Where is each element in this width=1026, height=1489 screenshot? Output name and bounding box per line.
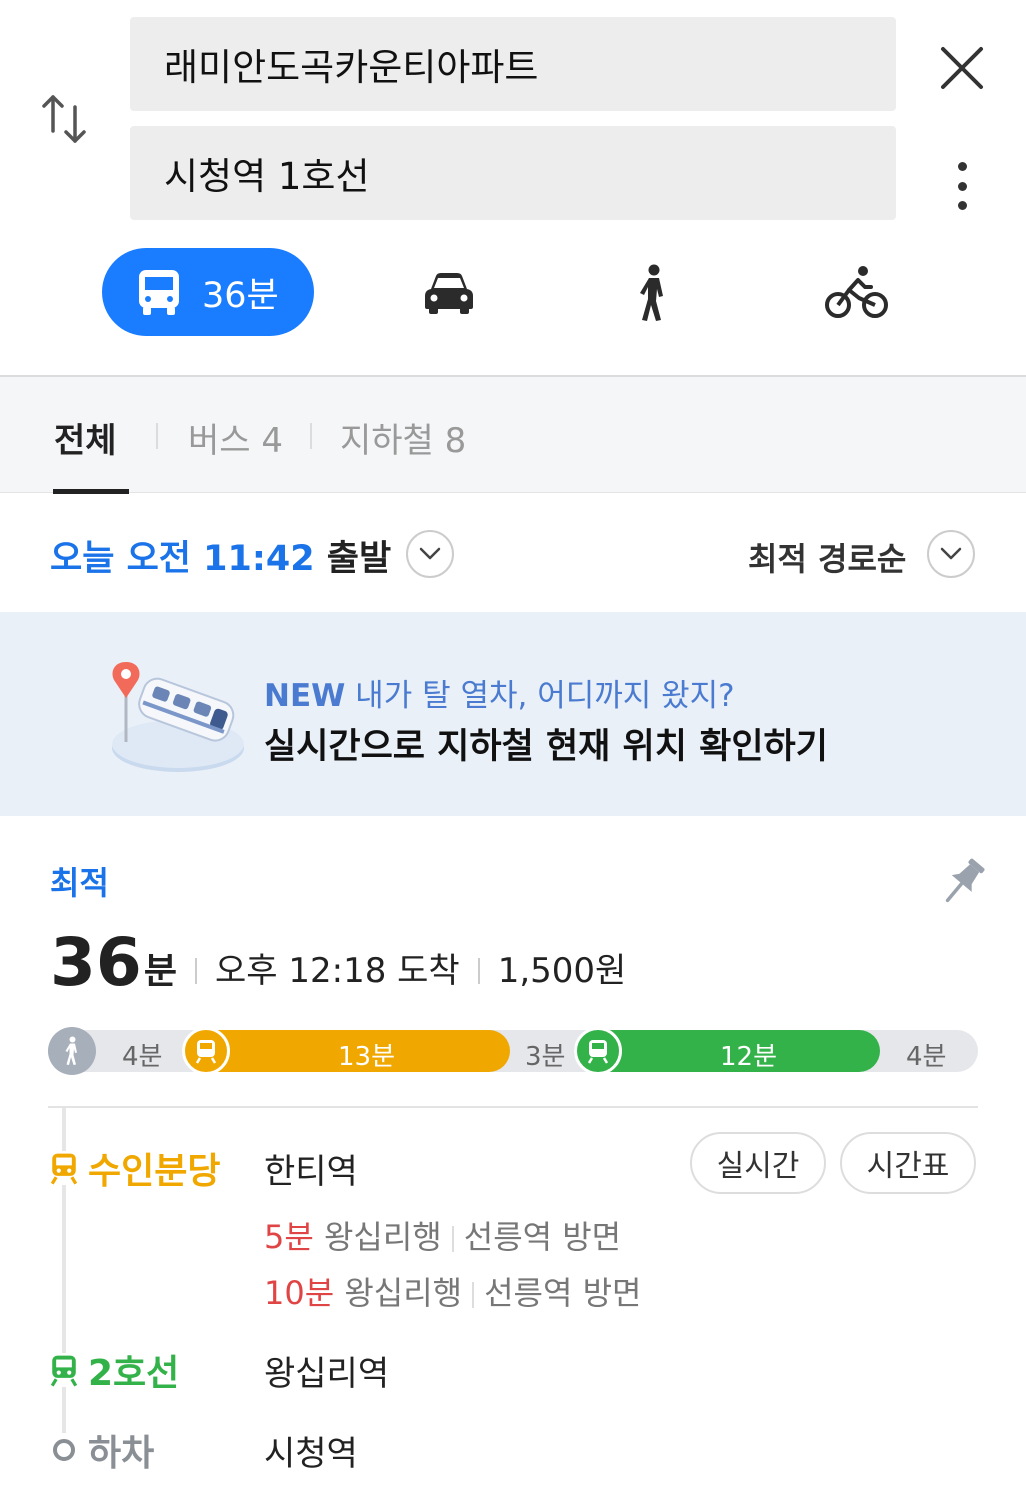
origin-text: 래미안도곡카운티아파트 [164, 46, 539, 89]
origin-input[interactable]: 래미안도곡카운티아파트 [130, 17, 896, 111]
subway-icon [48, 1151, 80, 1185]
summary-divider [194, 958, 197, 984]
new-tag: NEW [264, 678, 346, 714]
more-vertical-icon[interactable] [940, 158, 984, 214]
car-icon [425, 273, 473, 314]
swap-icon[interactable] [34, 86, 94, 152]
route-card[interactable]: 최적 36 분 오후 12:18 도착 1,500원 4분 13분 3분 12분… [0, 816, 1026, 1489]
alight-circle-icon [48, 1433, 80, 1467]
duration-value: 36 [50, 924, 142, 1001]
alight-step: 하차 [48, 1424, 154, 1476]
subway-icon [48, 1353, 80, 1387]
mode-walk-button[interactable] [618, 258, 688, 328]
banner-title: 실시간으로 지하철 현재 위치 확인하기 [264, 727, 828, 767]
subway-icon [182, 1027, 230, 1075]
transfer-line: 2호선 [48, 1344, 179, 1396]
arrival-minutes: 10분 [264, 1274, 335, 1312]
segment-line-2: 12분 [720, 1042, 778, 1072]
segment-walk-2: 3분 [525, 1042, 566, 1072]
arrival-destination: 왕십리행 [323, 1218, 442, 1256]
summary-divider [477, 958, 480, 984]
arrival-info: 5분 왕십리행 선릉역 방면 [264, 1212, 621, 1258]
transit-time-label: 36분 [202, 275, 279, 316]
departure-chevron-down-icon[interactable] [406, 530, 454, 578]
boarding-line: 수인분당 [48, 1142, 220, 1194]
fare: 1,500원 [497, 951, 627, 991]
boarding-station: 한티역 [264, 1152, 358, 1192]
departure-options-row: 오늘 오전 11:42 출발 최적 경로순 [0, 494, 1026, 612]
arrival-minutes: 5분 [264, 1218, 314, 1256]
alight-label: 하차 [88, 1433, 155, 1474]
section-divider [48, 1106, 978, 1108]
segment-line-1: 13분 [338, 1042, 396, 1072]
banner-headline: NEW 내가 탈 열차, 어디까지 왔지? [264, 670, 735, 715]
route-summary: 36 분 오후 12:18 도착 1,500원 [50, 926, 626, 996]
close-icon[interactable] [932, 38, 992, 98]
destination-input[interactable]: 시청역 1호선 [130, 126, 896, 220]
route-segment-bar: 4분 13분 3분 12분 4분 [48, 1027, 978, 1075]
walk-icon [640, 264, 663, 321]
arrival-direction: 선릉역 방면 [463, 1218, 622, 1256]
best-route-badge: 최적 [50, 864, 109, 902]
pin-icon[interactable] [938, 854, 988, 910]
arrival-time: 오후 12:18 도착 [214, 951, 460, 991]
tab-divider [156, 423, 158, 449]
tab-divider [310, 423, 312, 449]
transport-mode-selector: 36분 [0, 248, 1026, 338]
segment-walk-1: 4분 [122, 1042, 163, 1072]
transfer-station: 왕십리역 [264, 1354, 390, 1394]
departure-suffix: 출발 [314, 539, 392, 579]
arrival-info: 10분 왕십리행 선릉역 방면 [264, 1268, 641, 1314]
realtime-subway-banner[interactable]: NEW 내가 탈 열차, 어디까지 왔지? 실시간으로 지하철 현재 위치 확인… [0, 612, 1026, 816]
realtime-button[interactable]: 실시간 [690, 1132, 826, 1194]
sort-chevron-down-icon[interactable] [927, 530, 975, 578]
mode-car-button[interactable] [414, 258, 484, 328]
destination-text: 시청역 1호선 [164, 155, 370, 198]
transfer-line-name: 2호선 [88, 1353, 180, 1394]
walk-segment-icon [48, 1027, 96, 1075]
segment-walk-3: 4분 [906, 1042, 947, 1072]
subway-icon [574, 1027, 622, 1075]
departure-time: 오늘 오전 11:42 [50, 539, 315, 579]
boarding-line-name: 수인분당 [88, 1151, 221, 1192]
route-search-header: 래미안도곡카운티아파트 시청역 1호선 36분 [0, 0, 1026, 375]
tab-bus[interactable]: 버스 4 [188, 413, 283, 462]
banner-question: 내가 탈 열차, 어디까지 왔지? [345, 678, 735, 714]
sort-order-label[interactable]: 최적 경로순 [748, 534, 906, 580]
timetable-button[interactable]: 시간표 [840, 1132, 976, 1194]
mode-bike-button[interactable] [822, 258, 892, 328]
bus-icon [139, 270, 179, 315]
tab-all[interactable]: 전체 [54, 413, 117, 462]
route-filter-tabs: 전체 버스 4 지하철 8 [0, 375, 1026, 494]
alight-station: 시청역 [264, 1434, 358, 1474]
duration-unit: 분 [143, 951, 177, 992]
arrival-direction: 선릉역 방면 [484, 1274, 642, 1312]
tab-subway[interactable]: 지하철 8 [340, 413, 466, 462]
departure-time-selector[interactable]: 오늘 오전 11:42 출발 [50, 530, 391, 581]
mode-transit-button[interactable]: 36분 [102, 248, 314, 336]
bicycle-icon [825, 266, 888, 318]
arrival-destination: 왕십리행 [344, 1274, 463, 1312]
subway-train-illustration-icon [100, 658, 246, 778]
